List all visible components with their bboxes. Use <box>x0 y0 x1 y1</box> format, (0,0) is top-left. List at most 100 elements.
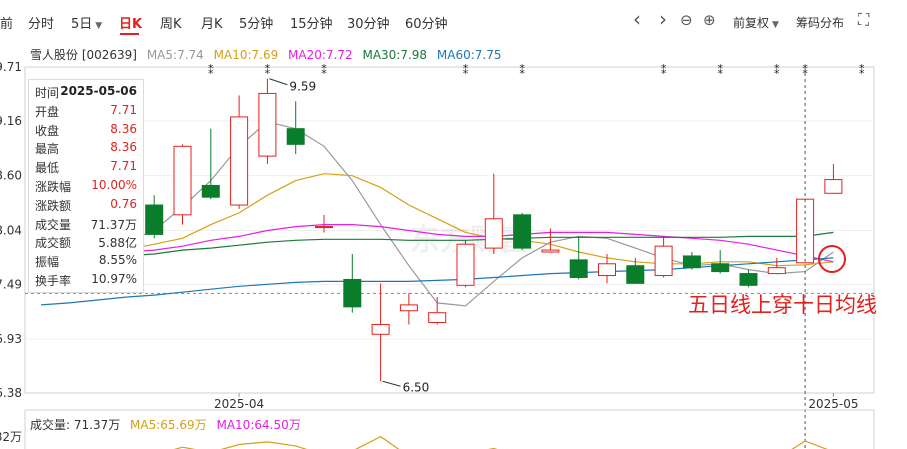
event-marker: ⁑ <box>774 64 780 77</box>
event-marker: ⁑ <box>321 64 327 77</box>
tooltip-row-low: 最低 7.71 <box>35 159 137 177</box>
tooltip-row-close: 收盘 8.36 <box>35 122 137 140</box>
candle-body <box>484 218 503 249</box>
candle-body <box>626 265 645 284</box>
tooltip-key: 时间 <box>35 86 60 100</box>
tooltip-value: 10.00% <box>91 178 137 192</box>
candle-body <box>767 267 786 275</box>
tooltip-value: 10.97% <box>91 272 137 286</box>
tooltip-value: 5.88亿 <box>98 236 137 251</box>
candle <box>654 236 673 278</box>
tooltip-value: 8.55% <box>98 253 137 268</box>
tooltip-key: 成交量 <box>35 217 72 232</box>
candle <box>824 163 843 194</box>
y-tick-label: 9.16 <box>0 114 22 128</box>
candle-body <box>343 278 362 308</box>
y-tick-label: 7.49 <box>0 277 22 291</box>
event-marker: ⁑ <box>859 64 865 77</box>
x-tick-label: 2025-05 <box>808 397 858 411</box>
candle <box>315 214 333 233</box>
candle-body <box>286 128 305 145</box>
candle-body <box>824 179 843 194</box>
candle-body <box>654 245 673 277</box>
tooltip-value: 7.71 <box>110 102 137 117</box>
candle <box>428 297 447 325</box>
candle <box>201 128 220 200</box>
tooltip-row-turnover-rate: 换手率 10.97% <box>35 272 137 290</box>
volume-legend: 成交量: 71.37万 MA5:65.69万 MA10:64.50万 <box>30 416 307 433</box>
candle <box>230 95 249 209</box>
tooltip-value: 2025-05-06 <box>60 84 137 98</box>
candle-body <box>315 226 333 229</box>
tooltip-key: 成交额 <box>35 236 72 251</box>
candle <box>739 269 758 288</box>
x-tick-label: 2025-04 <box>214 397 264 411</box>
tooltip-value: 71.37万 <box>90 217 137 232</box>
tooltip-value: 7.71 <box>110 159 137 174</box>
event-marker: ⁑ <box>519 64 525 77</box>
tooltip-row-high: 最高 8.36 <box>35 140 137 158</box>
event-marker: ⁑ <box>265 64 271 77</box>
candle <box>258 78 277 164</box>
candle <box>399 293 418 325</box>
tooltip-key: 换手率 <box>35 274 72 288</box>
tooltip-key: 开盘 <box>35 104 60 119</box>
candle-body <box>456 243 475 286</box>
tooltip-key: 涨跌额 <box>35 198 72 213</box>
candle-body <box>541 249 560 253</box>
tooltip-row-change-amt: 涨跌额 0.76 <box>35 197 137 215</box>
volume-ma5: MA5:65.69万 <box>130 418 207 432</box>
y-tick-label: 9.71 <box>0 60 22 74</box>
candle-body <box>711 263 730 273</box>
candle-body <box>201 184 220 198</box>
candle-body <box>173 145 192 216</box>
candle-body <box>739 273 758 286</box>
ohlc-tooltip: 时间 2025-05-06 开盘 7.71 收盘 8.36 最高 8.36 最低 7.71 涨跌幅 1… <box>28 79 144 293</box>
candle <box>145 195 164 239</box>
y-tick-label: 8.60 <box>0 169 22 183</box>
tooltip-key: 涨跌幅 <box>35 180 72 194</box>
tooltip-value: 0.76 <box>110 196 137 211</box>
candle <box>371 283 390 382</box>
candle <box>513 212 532 251</box>
low-pointer <box>382 380 401 387</box>
tooltip-row-open: 开盘 7.71 <box>35 103 137 121</box>
tooltip-key: 收盘 <box>35 123 60 138</box>
tooltip-key: 振幅 <box>35 255 60 270</box>
candle-body <box>598 263 616 277</box>
tooltip-row-turnover-amt: 成交额 5.88亿 <box>35 234 137 252</box>
volume-ma10: MA10:64.50万 <box>216 418 301 432</box>
event-marker: ⁑ <box>463 64 469 77</box>
candle <box>173 144 192 225</box>
tooltip-row-time: 时间 2025-05-06 <box>35 84 137 102</box>
tooltip-row-volume: 成交量 71.37万 <box>35 216 137 234</box>
candle <box>682 252 701 270</box>
tooltip-value: 8.36 <box>110 121 137 136</box>
low-price-label: 6.50 <box>403 380 430 394</box>
y-tick-label: 6.38 <box>0 386 22 400</box>
tooltip-key: 最低 <box>35 161 60 176</box>
candle-body <box>258 92 277 157</box>
candle-body <box>399 304 418 312</box>
volume-ma5-line <box>173 435 828 449</box>
candle-body <box>371 323 390 335</box>
volume-axis-label: 82万 <box>0 430 22 444</box>
tooltip-key: 最高 <box>35 142 60 157</box>
candle <box>569 236 588 280</box>
event-marker: ⁑ <box>717 64 723 77</box>
tooltip-row-change-pct: 涨跌幅 10.00% <box>35 178 137 196</box>
candle <box>484 173 503 254</box>
tooltip-row-amplitude: 振幅 8.55% <box>35 253 137 271</box>
candle-body <box>428 312 447 324</box>
high-price-label: 9.59 <box>289 80 316 94</box>
candle <box>343 253 362 313</box>
candle-body <box>230 116 249 206</box>
y-tick-label: 8.04 <box>0 223 22 237</box>
candle-body <box>682 255 701 269</box>
event-marker: ⁑ <box>208 64 214 77</box>
volume-value: 成交量: 71.37万 <box>30 418 121 432</box>
candle-body <box>145 204 164 235</box>
tooltip-value: 8.36 <box>110 140 137 155</box>
high-pointer <box>269 78 288 86</box>
candle-body <box>513 214 532 249</box>
